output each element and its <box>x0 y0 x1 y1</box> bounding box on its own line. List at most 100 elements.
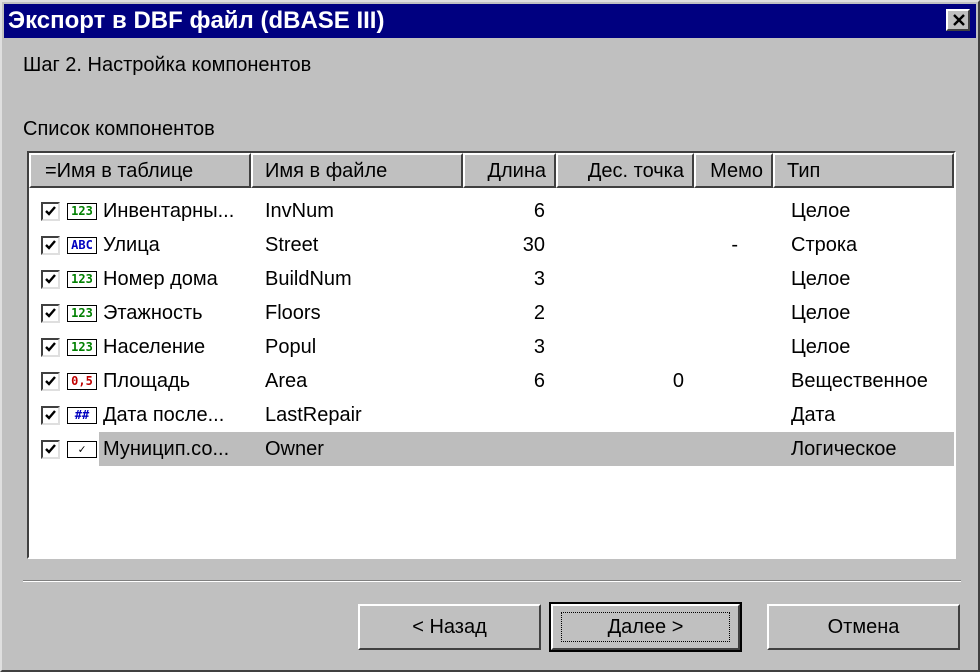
cell-type: Логическое <box>791 438 897 460</box>
cell-decimal <box>556 432 684 466</box>
cell-type: Целое <box>791 336 851 358</box>
list-item[interactable]: ## Дата после... LastRepair Дата <box>29 398 954 432</box>
checkmark-icon <box>45 376 56 386</box>
include-checkbox[interactable] <box>41 236 60 255</box>
integer-type-icon: 123 <box>67 339 97 356</box>
cell-length: 30 <box>522 234 545 256</box>
cell-length <box>463 398 545 432</box>
cell-decimal <box>556 262 684 296</box>
close-icon <box>953 14 965 26</box>
cell-decimal <box>556 228 684 262</box>
list-header: =Имя в таблице Имя в файле Длина Дес. то… <box>29 153 954 188</box>
include-checkbox[interactable] <box>41 406 60 425</box>
cell-decimal <box>556 296 684 330</box>
cell-type: Дата <box>791 404 836 426</box>
column-header-type[interactable]: Тип <box>773 153 954 188</box>
checkmark-icon <box>45 444 56 454</box>
list-item[interactable]: 123 Этажность Floors 2 Целое <box>29 296 954 330</box>
back-button[interactable]: < Назад <box>358 604 541 650</box>
component-list[interactable]: =Имя в таблице Имя в файле Длина Дес. то… <box>27 151 956 559</box>
checkmark-icon <box>45 274 56 284</box>
cell-decimal <box>556 330 684 364</box>
list-item[interactable]: ✓ Муницип.со... Owner Логическое <box>29 432 954 466</box>
focus-rect <box>561 612 730 642</box>
checkmark-icon <box>45 308 56 318</box>
integer-type-icon: 123 <box>67 305 97 322</box>
cell-decimal <box>556 194 684 228</box>
cell-file-name: InvNum <box>265 200 334 222</box>
step-label: Шаг 2. Настройка компонентов <box>23 54 312 76</box>
column-header-file-name[interactable]: Имя в файле <box>251 153 463 188</box>
cell-table-name: Этажность <box>103 302 203 324</box>
cell-length: 6 <box>533 370 545 392</box>
include-checkbox[interactable] <box>41 440 60 459</box>
checkmark-icon <box>45 342 56 352</box>
include-checkbox[interactable] <box>41 338 60 357</box>
string-type-icon: ABC <box>67 237 97 254</box>
checkmark-icon <box>45 206 56 216</box>
cell-length: 6 <box>533 200 545 222</box>
date-type-icon: ## <box>67 407 97 424</box>
cell-table-name: Номер дома <box>103 268 218 290</box>
cell-memo <box>694 262 738 296</box>
cell-type: Строка <box>791 234 858 256</box>
cell-memo: - <box>731 234 738 256</box>
cell-table-name: Дата после... <box>103 404 225 426</box>
cell-type: Вещественное <box>791 370 928 392</box>
list-item[interactable]: 0,5 Площадь Area 6 0 Вещественное <box>29 364 954 398</box>
include-checkbox[interactable] <box>41 304 60 323</box>
cell-table-name: Площадь <box>103 370 191 392</box>
cell-memo <box>694 364 738 398</box>
cell-length <box>463 432 545 466</box>
title-bar[interactable]: Экспорт в DBF файл (dBASE III) <box>4 4 976 38</box>
cell-file-name: Popul <box>265 336 317 358</box>
column-header-length[interactable]: Длина <box>463 153 556 188</box>
cell-decimal: 0 <box>672 370 684 392</box>
integer-type-icon: 123 <box>67 271 97 288</box>
list-item[interactable]: 123 Инвентарны... InvNum 6 Целое <box>29 194 954 228</box>
close-button[interactable] <box>946 9 970 31</box>
column-header-decimal[interactable]: Дес. точка <box>556 153 694 188</box>
cell-length: 3 <box>533 336 545 358</box>
cell-type: Целое <box>791 302 851 324</box>
cell-file-name: Area <box>265 370 308 392</box>
cell-table-name: Население <box>103 336 206 358</box>
cell-table-name: Улица <box>103 234 160 256</box>
separator <box>23 580 961 582</box>
next-button[interactable]: Далее > <box>549 602 742 652</box>
checkmark-icon <box>45 240 56 250</box>
window-title: Экспорт в DBF файл (dBASE III) <box>8 7 385 34</box>
real-type-icon: 0,5 <box>67 373 97 390</box>
cell-memo <box>694 398 738 432</box>
cell-decimal <box>556 398 684 432</box>
cell-file-name: Owner <box>265 438 324 460</box>
cell-length: 3 <box>533 268 545 290</box>
list-item[interactable]: ABC Улица Street 30 - Строка <box>29 228 954 262</box>
cell-memo <box>694 194 738 228</box>
integer-type-icon: 123 <box>67 203 97 220</box>
cell-file-name: Street <box>265 234 319 256</box>
column-header-table-name[interactable]: =Имя в таблице <box>29 153 251 188</box>
include-checkbox[interactable] <box>41 202 60 221</box>
include-checkbox[interactable] <box>41 372 60 391</box>
checkmark-icon <box>45 410 56 420</box>
cell-file-name: Floors <box>265 302 321 324</box>
boolean-type-icon: ✓ <box>67 441 97 458</box>
include-checkbox[interactable] <box>41 270 60 289</box>
cell-memo <box>694 432 738 466</box>
cell-table-name: Инвентарны... <box>103 200 235 222</box>
cell-type: Целое <box>791 268 851 290</box>
cell-length: 2 <box>533 302 545 324</box>
list-item[interactable]: 123 Население Popul 3 Целое <box>29 330 954 364</box>
cell-file-name: BuildNum <box>265 268 352 290</box>
cancel-button[interactable]: Отмена <box>767 604 960 650</box>
list-item[interactable]: 123 Номер дома BuildNum 3 Целое <box>29 262 954 296</box>
cell-table-name: Муницип.со... <box>103 438 230 460</box>
column-header-memo[interactable]: Мемо <box>694 153 773 188</box>
cell-memo <box>694 296 738 330</box>
export-dialog: Экспорт в DBF файл (dBASE III) Шаг 2. На… <box>0 0 980 672</box>
component-list-label: Список компонентов <box>23 118 215 140</box>
cell-memo <box>694 330 738 364</box>
cell-file-name: LastRepair <box>265 404 362 426</box>
cell-type: Целое <box>791 200 851 222</box>
